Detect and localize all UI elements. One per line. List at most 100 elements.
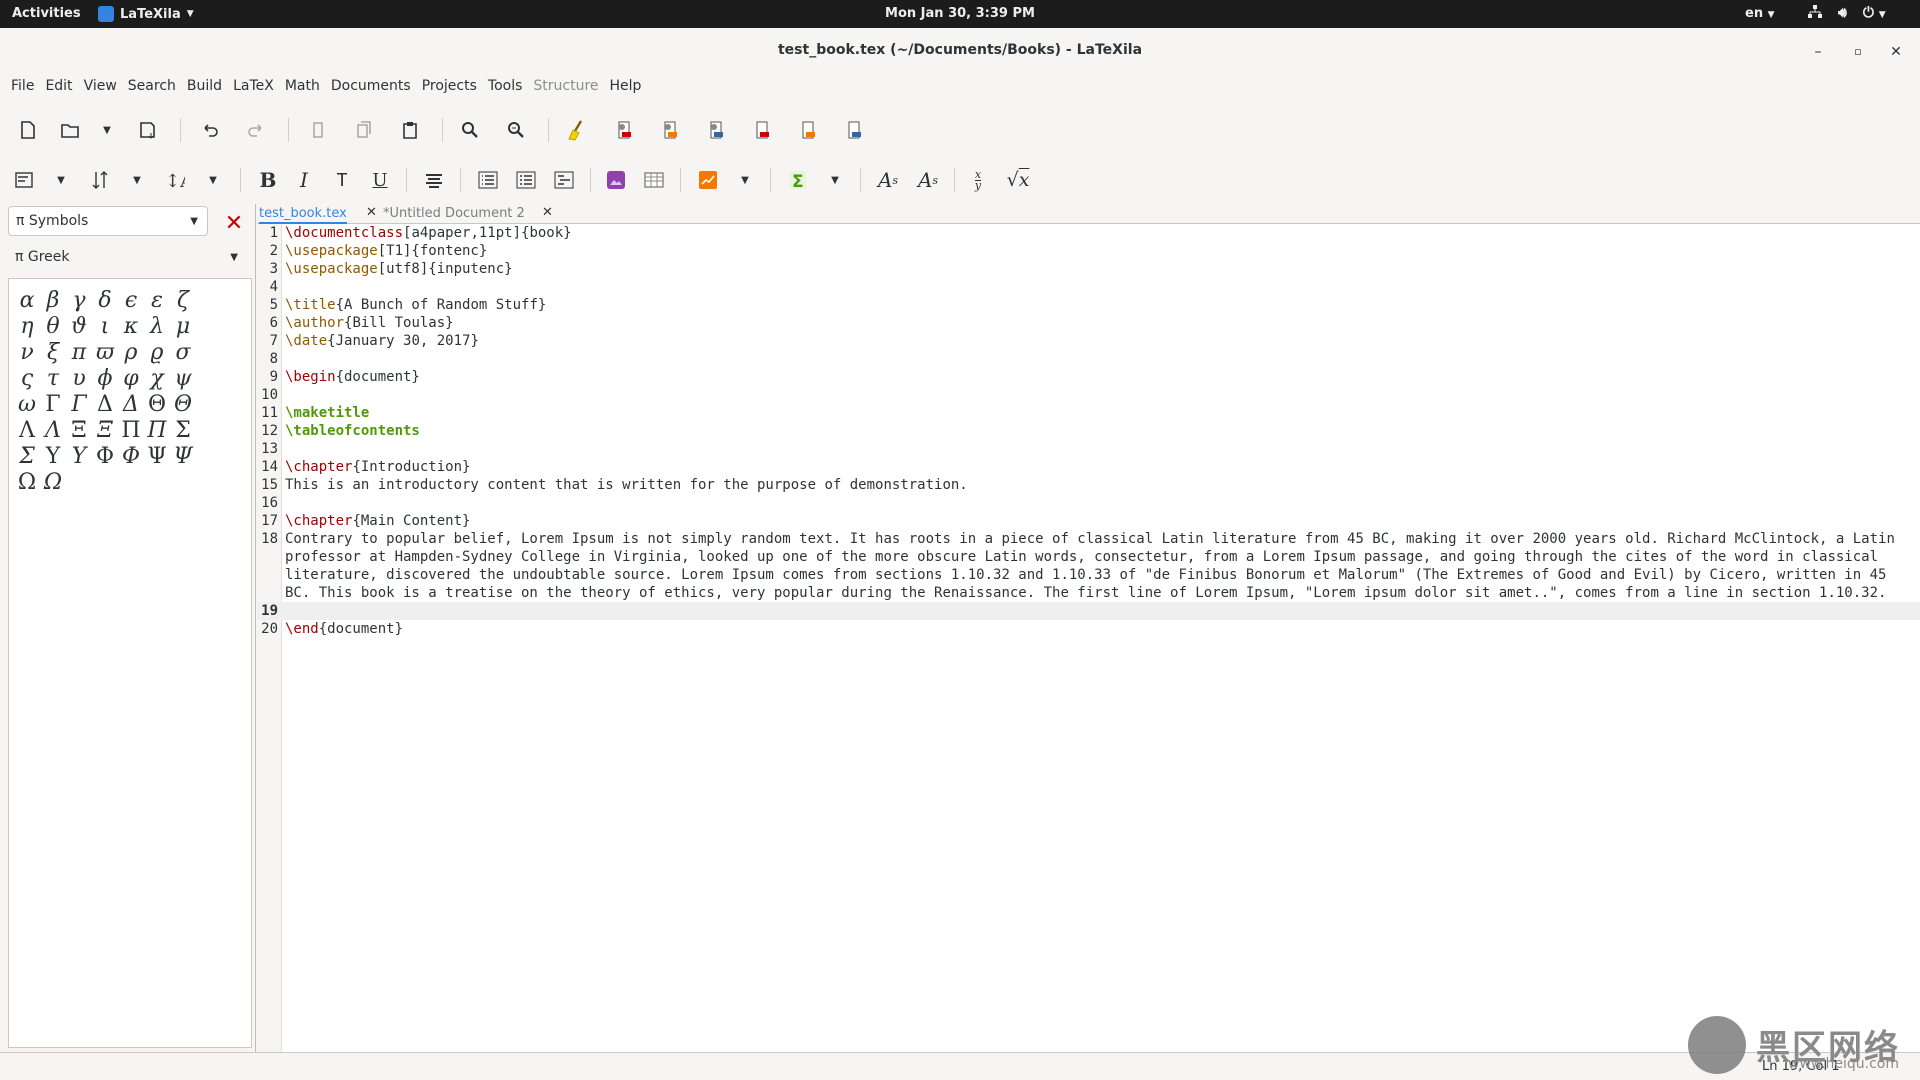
language-indicator[interactable]: en ▼ (1745, 6, 1775, 21)
code-line[interactable]: 1 \documentclass[a4paper,11pt]{book} (257, 224, 1920, 242)
sectioning-icon[interactable] (10, 166, 38, 194)
code-line[interactable]: 19​ (257, 602, 1920, 620)
line-number: 16 (261, 495, 278, 511)
presentation-dropdown-icon[interactable]: ▼ (738, 166, 752, 194)
tab-untitled-document-2[interactable]: *Untitled Document 2 (383, 204, 525, 224)
fraction-icon[interactable]: xy (964, 166, 992, 194)
code-line[interactable]: 17 \chapter{Main Content} (257, 512, 1920, 530)
close-window-button[interactable]: ✕ (1884, 40, 1908, 64)
code-line[interactable]: 15 This is an introductory content that i… (257, 476, 1920, 494)
menu-build[interactable]: Build (187, 74, 233, 100)
insert-table-icon[interactable] (640, 166, 668, 194)
cut-icon[interactable] (304, 116, 332, 144)
view-pdf-icon[interactable] (748, 116, 776, 144)
close-tab-icon[interactable]: ✕ (542, 205, 553, 220)
menu-math[interactable]: Math (285, 74, 331, 100)
clean-broom-icon[interactable] (562, 116, 590, 144)
menu-latex[interactable]: LaTeX (233, 74, 285, 100)
subscript-icon[interactable]: As (914, 166, 942, 194)
close-tab-icon[interactable]: ✕ (366, 205, 377, 220)
code-line[interactable]: 9 \begin{document} (257, 368, 1920, 386)
code-line[interactable]: 3 \usepackage[utf8]{inputenc} (257, 260, 1920, 278)
menu-documents[interactable]: Documents (331, 74, 422, 100)
copy-icon[interactable] (350, 116, 378, 144)
enumerate-icon[interactable] (512, 166, 540, 194)
center-align-icon[interactable] (420, 166, 448, 194)
italic-icon[interactable]: I (290, 166, 318, 194)
toolbar-separator (240, 168, 241, 192)
references-dropdown-icon[interactable]: ▼ (130, 166, 144, 194)
search-icon[interactable] (456, 116, 484, 144)
sectioning-dropdown-icon[interactable]: ▼ (54, 166, 68, 194)
insert-image-icon[interactable] (602, 166, 630, 194)
code-line[interactable]: 16​ (257, 494, 1920, 512)
code-line[interactable]: 5 \title{A Bunch of Random Stuff} (257, 296, 1920, 314)
symbols-category-select[interactable]: π Symbols ▼ (8, 206, 208, 236)
menu-help[interactable]: Help (610, 74, 653, 100)
code-line[interactable]: 8​ (257, 350, 1920, 368)
system-tray[interactable]: 🔊︎ ⏻ ▼ (1808, 5, 1886, 23)
math-dropdown-icon[interactable]: ▼ (828, 166, 842, 194)
code-line[interactable]: 2 \usepackage[T1]{fontenc} (257, 242, 1920, 260)
activities-button[interactable]: Activities (12, 6, 81, 21)
superscript-icon[interactable]: As (874, 166, 902, 194)
itemize-icon[interactable] (474, 166, 502, 194)
symbol-item[interactable]: Ψ (167, 441, 199, 473)
code-line[interactable]: 7 \date{January 30, 2017} (257, 332, 1920, 350)
code-line[interactable]: 18 Contrary to popular belief, Lorem Ipsu… (257, 530, 1920, 602)
compile-pdf-icon[interactable] (610, 116, 638, 144)
find-replace-icon[interactable] (502, 116, 530, 144)
editor-area[interactable]: test_book.tex ✕ *Untitled Document 2 ✕ 1… (257, 204, 1920, 1052)
app-menu[interactable]: LaTeXila ▼ (98, 6, 194, 22)
typewriter-icon[interactable]: T (328, 166, 356, 194)
source-code[interactable]: 1 \documentclass[a4paper,11pt]{book} 2 \use… (257, 224, 1920, 638)
text-segment: [a4paper,11pt]{book} (403, 225, 572, 241)
math-sigma-icon[interactable]: Σ (784, 166, 812, 194)
font-size-icon[interactable]: ↕A (160, 166, 188, 194)
symbol-item[interactable]: Ω (37, 467, 69, 499)
code-line[interactable]: 14 \chapter{Introduction} (257, 458, 1920, 476)
minimize-button[interactable]: – (1806, 40, 1830, 64)
clock[interactable]: Mon Jan 30, 3:39 PM (0, 6, 1920, 21)
symbols-subcategory-select[interactable]: π Greek ▼ (8, 242, 248, 272)
paste-icon[interactable] (396, 116, 424, 144)
menu-edit[interactable]: Edit (45, 74, 83, 100)
code-line[interactable]: 12 \tableofcontents (257, 422, 1920, 440)
code-line[interactable]: 6 \author{Bill Toulas} (257, 314, 1920, 332)
line-number: 2 (269, 243, 278, 259)
code-line[interactable]: 10​ (257, 386, 1920, 404)
maximize-button[interactable]: ▫ (1846, 40, 1870, 64)
undo-icon[interactable] (196, 116, 224, 144)
bold-icon[interactable]: B (254, 166, 282, 194)
underline-icon[interactable]: U (366, 166, 394, 194)
menu-search[interactable]: Search (128, 74, 187, 100)
square-root-icon[interactable]: √ x (1004, 166, 1032, 194)
code-line[interactable]: 4​ (257, 278, 1920, 296)
font-size-dropdown-icon[interactable]: ▼ (206, 166, 220, 194)
open-recent-dropdown-icon[interactable]: ▼ (100, 116, 114, 144)
menu-tools[interactable]: Tools (488, 74, 534, 100)
view-dvi-icon[interactable] (794, 116, 822, 144)
compile-dvi-icon[interactable] (656, 116, 684, 144)
menu-projects[interactable]: Projects (422, 74, 488, 100)
code-line[interactable]: 11 \maketitle (257, 404, 1920, 422)
save-icon[interactable] (134, 116, 162, 144)
redo-icon[interactable] (242, 116, 270, 144)
compile-ps-icon[interactable] (702, 116, 730, 144)
menu-view[interactable]: View (84, 74, 128, 100)
description-icon[interactable] (550, 166, 578, 194)
menu-file[interactable]: File (11, 74, 45, 100)
system-top-bar: Activities LaTeXila ▼ Mon Jan 30, 3:39 P… (0, 0, 1920, 28)
text-segment: Contrary to popular belief, Lorem Ipsum … (285, 531, 1904, 601)
line-number: 10 (261, 387, 278, 403)
view-ps-icon[interactable] (840, 116, 868, 144)
line-number: 13 (261, 441, 278, 457)
code-line[interactable]: 13​ (257, 440, 1920, 458)
tab-test-book[interactable]: test_book.tex (259, 204, 347, 224)
new-document-icon[interactable] (14, 116, 42, 144)
open-folder-icon[interactable] (56, 116, 84, 144)
presentation-chart-icon[interactable] (694, 166, 722, 194)
close-panel-icon[interactable]: ✕ (222, 212, 246, 236)
code-line[interactable]: 20 \end{document} (257, 620, 1920, 638)
references-icon[interactable] (86, 166, 114, 194)
